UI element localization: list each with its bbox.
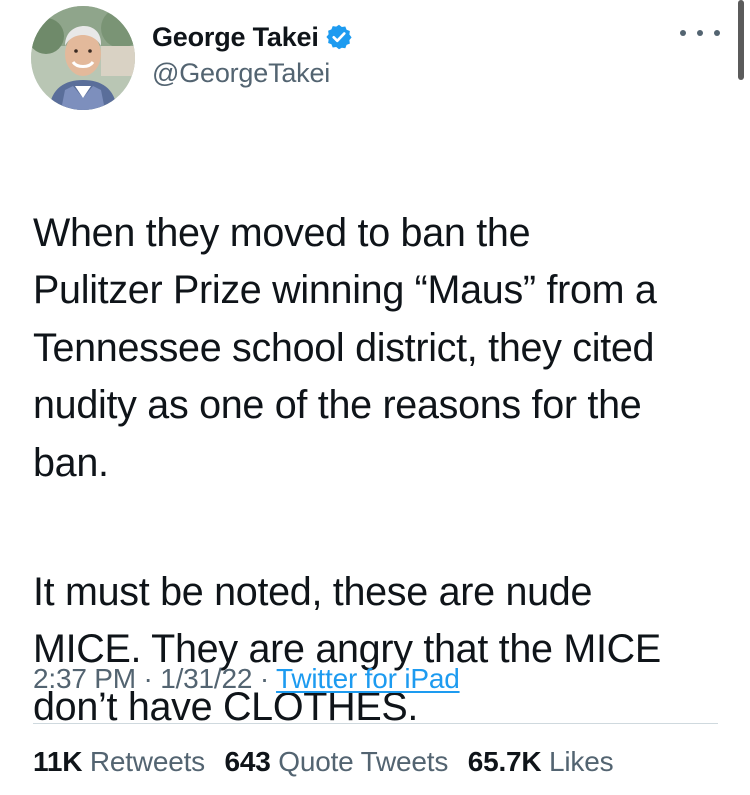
display-name-row: George Takei — [152, 20, 353, 54]
handle[interactable]: @GeorgeTakei — [152, 58, 353, 89]
quote-tweets-stat[interactable]: 643 Quote Tweets — [225, 746, 449, 777]
scrollbar-thumb[interactable] — [738, 0, 744, 80]
tweet-paragraph-2: It must be noted, these are nude MICE. T… — [33, 569, 661, 729]
quote-tweets-count: 643 — [224, 746, 271, 777]
retweets-count: 11K — [33, 746, 83, 777]
meta-separator: · — [143, 663, 153, 694]
tweet-date[interactable]: 1/31/22 — [160, 663, 252, 694]
avatar[interactable] — [31, 6, 135, 110]
likes-stat[interactable]: 65.7K Likes — [468, 746, 614, 777]
more-dot — [680, 30, 686, 36]
more-options-icon[interactable] — [680, 18, 720, 48]
more-dot — [697, 30, 703, 36]
quote-tweets-label: Quote Tweets — [278, 746, 449, 777]
meta-separator: · — [259, 663, 269, 694]
retweets-label: Retweets — [89, 746, 205, 777]
tweet-text: When they moved to ban the Pulitzer Priz… — [33, 147, 733, 794]
tweet: George Takei @GeorgeTakei When they move… — [0, 0, 750, 795]
avatar-photo — [31, 6, 135, 110]
tweet-meta: 2:37 PM · 1/31/22 · Twitter for iPad — [33, 663, 460, 695]
display-name[interactable]: George Takei — [152, 22, 319, 53]
divider — [33, 723, 718, 724]
retweets-stat[interactable]: 11K Retweets — [33, 746, 205, 777]
tweet-stats: 11K Retweets 643 Quote Tweets 65.7K Like… — [33, 746, 625, 778]
tweet-paragraph-1: When they moved to ban the Pulitzer Priz… — [33, 210, 657, 485]
likes-label: Likes — [549, 746, 614, 777]
author-block[interactable]: George Takei @GeorgeTakei — [152, 20, 353, 89]
tweet-source-link[interactable]: Twitter for iPad — [276, 663, 460, 694]
likes-count: 65.7K — [467, 746, 542, 777]
tweet-time[interactable]: 2:37 PM — [33, 663, 136, 694]
more-dot — [714, 30, 720, 36]
verified-badge-icon — [325, 23, 353, 51]
